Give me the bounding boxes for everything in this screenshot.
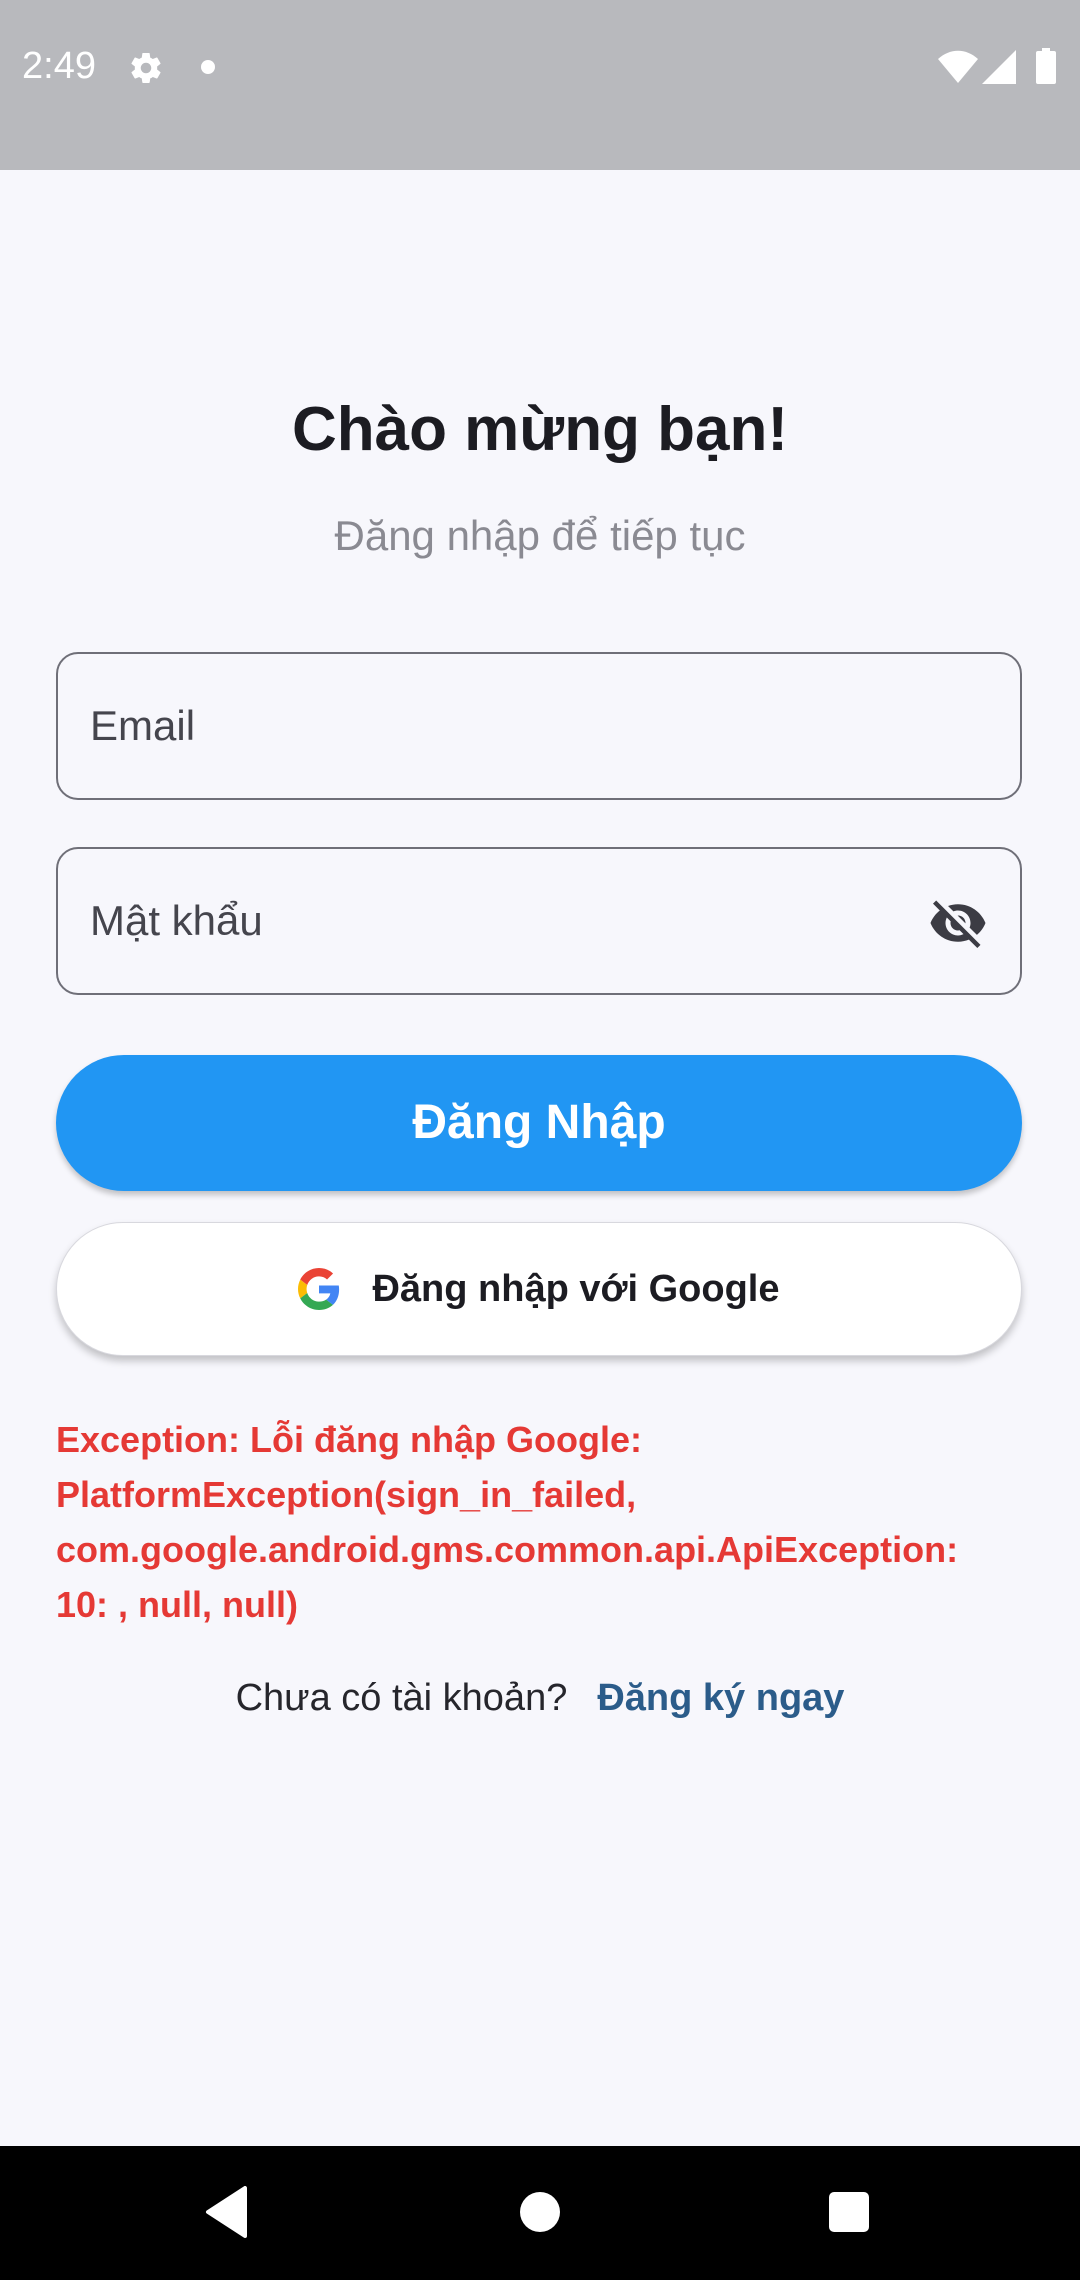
gear-icon (131, 53, 161, 83)
wifi-icon (938, 50, 978, 83)
google-button-content: Đăng nhập với Google (57, 1223, 1021, 1355)
eye-off-icon[interactable] (928, 893, 988, 953)
password-field[interactable]: Mật khẩu (56, 847, 1022, 995)
page-title: Chào mừng bạn! (291, 395, 789, 464)
signup-prompt: Chưa có tài khoản? (235, 1677, 568, 1719)
google-button-label: Đăng nhập với Google (372, 1267, 780, 1310)
battery-icon (1036, 48, 1056, 84)
login-button[interactable]: Đăng Nhập (56, 1055, 1022, 1191)
recents-icon[interactable] (829, 2192, 869, 2232)
navigation-bar (0, 2146, 1080, 2280)
signup-row: Chưa có tài khoản? Đăng ký ngay (0, 1670, 1080, 1726)
status-time: 2:49 (22, 45, 96, 87)
back-icon[interactable] (205, 2186, 249, 2238)
email-field[interactable]: Email (56, 652, 1022, 800)
status-bar: 2:49 (0, 0, 1080, 170)
home-icon[interactable] (520, 2192, 560, 2232)
error-message: Exception: Lỗi đăng nhập Google: Platfor… (56, 1419, 959, 1625)
email-placeholder: Email (90, 702, 196, 749)
notification-dot-icon (201, 60, 215, 74)
signal-icon (982, 50, 1016, 84)
google-signin-button[interactable]: Đăng nhập với Google (56, 1222, 1022, 1356)
password-placeholder: Mật khẩu (90, 897, 263, 944)
signup-link[interactable]: Đăng ký ngay (597, 1677, 844, 1719)
google-logo-icon (298, 1268, 340, 1310)
page-subtitle: Đăng nhập để tiếp tục (334, 512, 746, 559)
